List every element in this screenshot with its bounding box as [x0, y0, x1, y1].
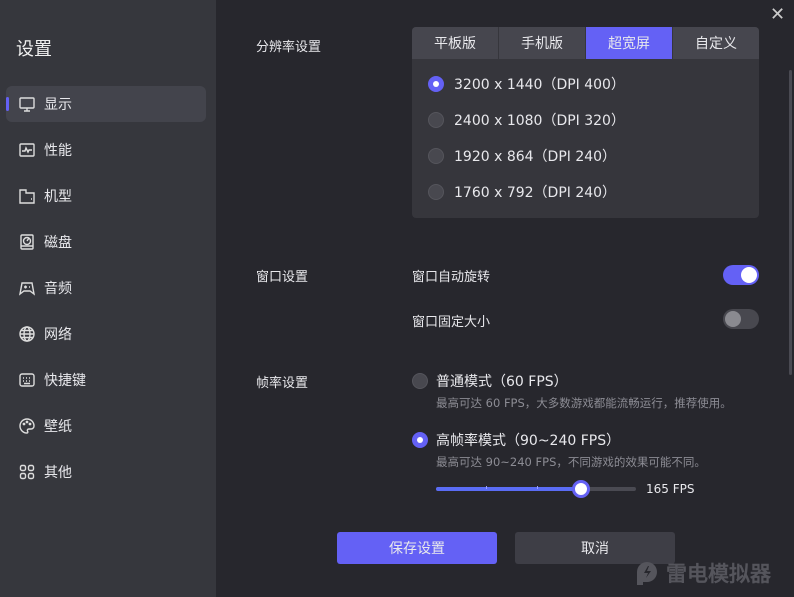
auto-rotate-label: 窗口自动旋转 — [412, 270, 491, 285]
option-label: 1920 x 864（DPI 240） — [454, 149, 617, 165]
sidebar-item-label: 音频 — [44, 281, 72, 297]
radio-selected[interactable] — [428, 76, 444, 92]
option-label: 2400 x 1080（DPI 320） — [454, 113, 625, 129]
ldplayer-logo: 雷电模拟器 — [634, 558, 771, 588]
auto-rotate-toggle[interactable] — [723, 265, 759, 285]
framerate-label: 帧率设置 — [256, 376, 309, 391]
sidebar-item-label: 其他 — [44, 465, 72, 481]
option-label: 高帧率模式（90~240 FPS） — [436, 433, 621, 449]
sidebar-item-performance[interactable]: 性能 — [6, 132, 206, 168]
logo-icon — [637, 562, 657, 585]
slider-handle[interactable] — [572, 480, 590, 498]
high-fps-option[interactable]: 高帧率模式（90~240 FPS） — [412, 430, 620, 450]
fixed-size-toggle[interactable] — [723, 309, 759, 329]
radio-selected[interactable] — [412, 432, 428, 448]
palette-icon — [19, 418, 35, 434]
option-label: 1760 x 792（DPI 240） — [454, 185, 617, 201]
gamepad-icon — [18, 282, 36, 296]
sidebar-title: 设置 — [16, 39, 52, 60]
sidebar-item-model[interactable]: 机型 — [6, 178, 206, 214]
sidebar-item-wallpaper[interactable]: 壁纸 — [6, 408, 206, 444]
resolution-label: 分辨率设置 — [256, 40, 322, 55]
sidebar-item-label: 性能 — [44, 143, 72, 159]
radio[interactable] — [412, 373, 428, 389]
device-icon — [19, 189, 35, 204]
sidebar-item-other[interactable]: 其他 — [6, 454, 206, 490]
sidebar-item-label: 快捷键 — [44, 373, 86, 389]
logo-text: 雷电模拟器 — [666, 562, 771, 586]
resolution-option[interactable]: 1760 x 792（DPI 240） — [428, 182, 616, 202]
pulse-icon — [19, 143, 35, 157]
radio[interactable] — [428, 112, 444, 128]
tab-ultrawide[interactable]: 超宽屏 — [586, 27, 672, 59]
sidebar-item-label: 网络 — [44, 327, 72, 343]
option-label: 普通模式（60 FPS） — [436, 374, 568, 390]
sidebar-item-network[interactable]: 网络 — [6, 316, 206, 352]
scrollbar[interactable] — [789, 70, 792, 375]
resolution-panel: 平板版 手机版 超宽屏 自定义 3200 x 1440（DPI 400） 240… — [412, 27, 759, 218]
keyboard-icon — [19, 373, 35, 387]
close-icon[interactable]: ✕ — [770, 4, 785, 25]
sidebar: 设置 显示 性能 机型 磁盘 音频 网络 快捷键 壁纸 其他 — [0, 0, 216, 597]
sidebar-item-shortcuts[interactable]: 快捷键 — [6, 362, 206, 398]
option-label: 3200 x 1440（DPI 400） — [454, 77, 625, 93]
resolution-option[interactable]: 2400 x 1080（DPI 320） — [428, 110, 625, 130]
radio[interactable] — [428, 184, 444, 200]
sidebar-item-display[interactable]: 显示 — [6, 86, 206, 122]
fps-slider[interactable] — [436, 478, 636, 500]
fixed-size-label: 窗口固定大小 — [412, 315, 491, 330]
tab-phone[interactable]: 手机版 — [499, 27, 585, 59]
high-fps-hint: 最高可达 90~240 FPS，不同游戏的效果可能不同。 — [436, 455, 706, 469]
radio[interactable] — [428, 148, 444, 164]
sidebar-item-audio[interactable]: 音频 — [6, 270, 206, 306]
resolution-option[interactable]: 1920 x 864（DPI 240） — [428, 146, 616, 166]
monitor-icon — [19, 97, 35, 112]
sidebar-item-label: 磁盘 — [44, 235, 72, 251]
sidebar-item-label: 壁纸 — [44, 419, 72, 435]
sidebar-item-disk[interactable]: 磁盘 — [6, 224, 206, 260]
sidebar-item-label: 机型 — [44, 189, 72, 205]
save-button[interactable]: 保存设置 — [337, 532, 497, 564]
normal-mode-hint: 最高可达 60 FPS，大多数游戏都能流畅运行，推荐使用。 — [436, 396, 732, 410]
slider-fill — [436, 487, 581, 491]
sidebar-item-label: 显示 — [44, 97, 72, 113]
normal-mode-option[interactable]: 普通模式（60 FPS） — [412, 371, 568, 391]
tab-custom[interactable]: 自定义 — [673, 27, 759, 59]
resolution-option[interactable]: 3200 x 1440（DPI 400） — [428, 74, 625, 94]
disk-icon — [20, 234, 34, 250]
tab-tablet[interactable]: 平板版 — [412, 27, 498, 59]
window-label: 窗口设置 — [256, 270, 309, 285]
grid-icon — [19, 464, 35, 480]
fps-value: 165 FPS — [646, 482, 695, 496]
resolution-tabs: 平板版 手机版 超宽屏 自定义 — [412, 27, 759, 59]
globe-icon — [19, 326, 35, 342]
